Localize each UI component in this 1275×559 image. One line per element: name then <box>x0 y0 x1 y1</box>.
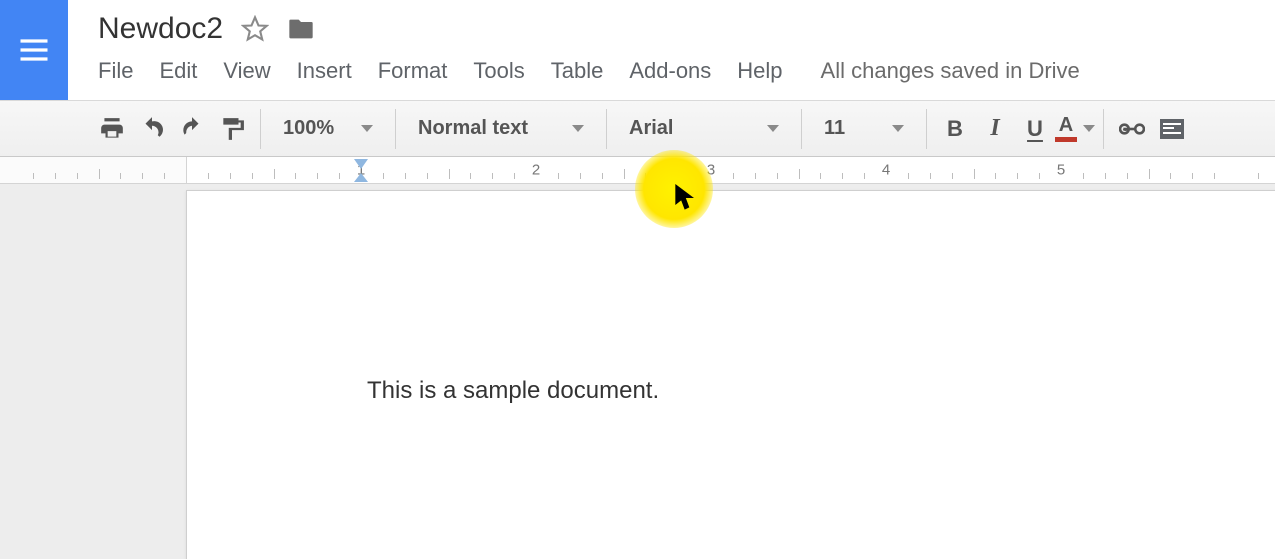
italic-icon: I <box>990 115 999 142</box>
undo-button[interactable] <box>132 109 172 149</box>
caret-down-icon <box>1083 125 1095 132</box>
paint-format-button[interactable] <box>212 109 252 149</box>
align-left-icon <box>1160 119 1184 139</box>
paragraph-style-combo[interactable]: Normal text <box>404 109 598 149</box>
separator <box>801 109 802 149</box>
document-title-input[interactable]: Newdoc2 <box>98 12 223 46</box>
toolbar: 100% Normal text Arial 11 B I U A <box>0 101 1275 157</box>
ruler-page-region <box>186 157 1275 183</box>
print-button[interactable] <box>92 109 132 149</box>
font-family-combo[interactable]: Arial <box>615 109 793 149</box>
menu-insert[interactable]: Insert <box>297 58 352 84</box>
ruler-label: 4 <box>882 162 890 179</box>
menu-help[interactable]: Help <box>737 58 782 84</box>
text-color-icon: A <box>1059 115 1073 135</box>
paragraph-style-value: Normal text <box>418 117 528 140</box>
caret-down-icon <box>767 125 779 132</box>
ruler-label: 3 <box>707 162 715 179</box>
header: Newdoc2 File Edit View Insert Format Too… <box>0 0 1275 101</box>
separator <box>395 109 396 149</box>
redo-button[interactable] <box>172 109 212 149</box>
star-button[interactable] <box>241 15 269 43</box>
insert-link-button[interactable] <box>1112 109 1152 149</box>
separator <box>1103 109 1104 149</box>
zoom-combo[interactable]: 100% <box>269 109 387 149</box>
bold-icon: B <box>947 116 963 142</box>
redo-icon <box>179 116 205 142</box>
print-icon <box>99 116 125 142</box>
docs-home-icon <box>16 32 52 68</box>
font-family-value: Arial <box>629 117 673 140</box>
italic-button[interactable]: I <box>975 109 1015 149</box>
document-area: This is a sample document. <box>0 184 1275 559</box>
star-icon <box>241 15 269 43</box>
document-body-text[interactable]: This is a sample document. <box>367 377 659 405</box>
undo-icon <box>139 116 165 142</box>
paint-format-icon <box>219 116 245 142</box>
caret-down-icon <box>892 125 904 132</box>
separator <box>926 109 927 149</box>
menu-addons[interactable]: Add-ons <box>629 58 711 84</box>
separator <box>260 109 261 149</box>
align-button[interactable] <box>1152 109 1192 149</box>
zoom-value: 100% <box>283 117 334 140</box>
menu-view[interactable]: View <box>223 58 270 84</box>
docs-home-button[interactable] <box>0 0 68 100</box>
menu-tools[interactable]: Tools <box>473 58 524 84</box>
menu-table[interactable]: Table <box>551 58 604 84</box>
separator <box>606 109 607 149</box>
text-color-button[interactable]: A <box>1055 109 1095 149</box>
save-status: All changes saved in Drive <box>821 58 1080 84</box>
font-size-combo[interactable]: 11 <box>810 109 918 149</box>
first-line-indent-marker[interactable] <box>354 159 368 169</box>
left-indent-marker[interactable] <box>354 173 368 182</box>
menu-file[interactable]: File <box>98 58 133 84</box>
link-icon <box>1119 116 1145 142</box>
font-size-value: 11 <box>824 117 845 140</box>
underline-button[interactable]: U <box>1015 109 1055 149</box>
ruler-label: 5 <box>1057 162 1065 179</box>
ruler-label: 2 <box>532 162 540 179</box>
move-to-folder-button[interactable] <box>287 15 315 43</box>
caret-down-icon <box>572 125 584 132</box>
menu-edit[interactable]: Edit <box>159 58 197 84</box>
horizontal-ruler[interactable]: 12345 <box>0 157 1275 184</box>
menu-format[interactable]: Format <box>378 58 448 84</box>
bold-button[interactable]: B <box>935 109 975 149</box>
text-color-swatch <box>1055 137 1077 142</box>
folder-icon <box>287 15 315 43</box>
page[interactable]: This is a sample document. <box>186 190 1275 559</box>
caret-down-icon <box>361 125 373 132</box>
title-row: Newdoc2 <box>98 12 315 46</box>
underline-icon: U <box>1027 116 1043 142</box>
menu-bar: File Edit View Insert Format Tools Table… <box>98 58 1080 84</box>
